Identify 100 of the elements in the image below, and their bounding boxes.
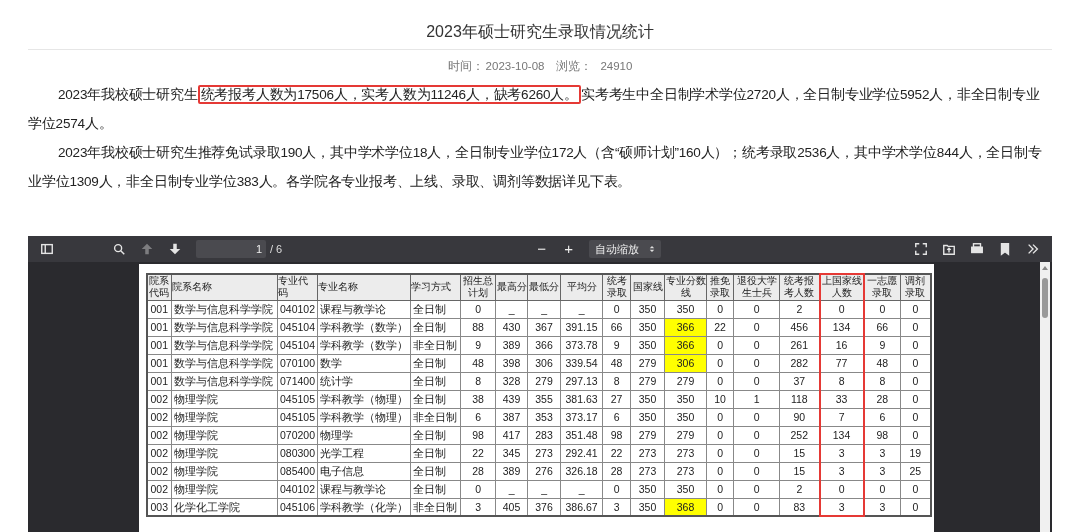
table-cell: 课程与教学论	[317, 480, 411, 498]
table-cell: 350	[664, 408, 707, 426]
table-cell: 66	[863, 318, 901, 336]
table-cell: 0	[706, 480, 734, 498]
view-count: 24910	[600, 59, 633, 74]
table-cell: 353	[527, 408, 561, 426]
table-cell: 001	[146, 354, 172, 372]
search-icon[interactable]	[112, 242, 126, 256]
table-cell: 77	[819, 354, 864, 372]
table-cell: 001	[146, 336, 172, 354]
table-cell: 279	[664, 426, 707, 444]
table-cell: 0	[733, 336, 780, 354]
table-cell: 3	[819, 498, 864, 516]
table-cell: 350	[630, 318, 665, 336]
table-cell: 8	[602, 372, 631, 390]
table-cell: 355	[527, 390, 561, 408]
table-cell: 351.48	[560, 426, 603, 444]
table-cell: 0	[733, 462, 780, 480]
table-cell: 070100	[277, 354, 318, 372]
table-cell: 全日制	[410, 318, 461, 336]
table-cell: 001	[146, 318, 172, 336]
table-cell: 98	[602, 426, 631, 444]
table-cell: 0	[733, 354, 780, 372]
table-cell: 98	[863, 426, 901, 444]
scrollbar[interactable]	[1040, 262, 1050, 532]
table-cell: 439	[495, 390, 528, 408]
table-cell: 全日制	[410, 462, 461, 480]
table-cell: 88	[460, 318, 496, 336]
table-cell: 373.78	[560, 336, 603, 354]
table-cell: 非全日制	[410, 336, 461, 354]
table-cell: 物理学院	[171, 480, 278, 498]
table-cell: 273	[630, 444, 665, 462]
table-cell: 3	[819, 444, 864, 462]
table-cell: 134	[819, 318, 864, 336]
column-header: 招生总计划	[460, 274, 496, 300]
column-header: 院系代码	[146, 274, 172, 300]
table-cell: 0	[706, 354, 734, 372]
table-cell: 非全日制	[410, 408, 461, 426]
table-cell: 040102	[277, 300, 318, 318]
table-cell: 045105	[277, 390, 318, 408]
table-cell: 3	[863, 462, 901, 480]
table-cell: 学科教学（数学）	[317, 318, 411, 336]
table-cell: 全日制	[410, 300, 461, 318]
table-cell: 002	[146, 390, 172, 408]
table-cell: 389	[495, 336, 528, 354]
table-cell: 306	[527, 354, 561, 372]
zoom-select[interactable]: 自动缩放	[588, 240, 661, 258]
table-cell: 292.41	[560, 444, 603, 462]
table-cell: 345	[495, 444, 528, 462]
table-cell: 040102	[277, 480, 318, 498]
table-cell: 381.63	[560, 390, 603, 408]
table-cell: 全日制	[410, 354, 461, 372]
print-icon[interactable]	[970, 242, 984, 256]
table-cell: 279	[630, 426, 665, 444]
zoom-in-button[interactable]: +	[562, 240, 575, 258]
table-cell: 134	[819, 426, 864, 444]
next-page-icon[interactable]	[168, 242, 182, 256]
column-header: 上国家线人数	[819, 274, 864, 300]
more-tools-icon[interactable]	[1026, 242, 1040, 256]
table-cell: 389	[495, 462, 528, 480]
table-cell: 367	[527, 318, 561, 336]
table-cell: _	[495, 480, 528, 498]
table-cell: 物理学院	[171, 462, 278, 480]
table-cell: 学科教学（数学）	[317, 336, 411, 354]
column-header: 专业代码	[277, 274, 318, 300]
table-cell: 002	[146, 408, 172, 426]
table-cell: 350	[664, 390, 707, 408]
table-cell: 273	[527, 444, 561, 462]
table-cell: 98	[460, 426, 496, 444]
table-cell: 数学与信息科学学院	[171, 336, 278, 354]
table-cell: 3	[863, 444, 901, 462]
table-cell: 8	[460, 372, 496, 390]
column-header: 调剂录取	[900, 274, 931, 300]
sidebar-toggle-icon[interactable]	[40, 242, 54, 256]
table-cell: 0	[706, 408, 734, 426]
table-cell: 045105	[277, 408, 318, 426]
table-cell: 297.13	[560, 372, 603, 390]
table-cell: 350	[630, 408, 665, 426]
table-cell: 417	[495, 426, 528, 444]
table-cell: 0	[819, 300, 864, 318]
table-cell: 071400	[277, 372, 318, 390]
table-cell: 物理学	[317, 426, 411, 444]
table-cell: 002	[146, 426, 172, 444]
table-cell: 366	[527, 336, 561, 354]
table-cell: 物理学院	[171, 390, 278, 408]
zoom-out-button[interactable]: −	[535, 240, 549, 258]
table-cell: 0	[733, 318, 780, 336]
table-cell: 0	[863, 300, 901, 318]
fullscreen-icon[interactable]	[914, 242, 928, 256]
table-cell: 数学与信息科学学院	[171, 372, 278, 390]
table-cell: 38	[460, 390, 496, 408]
table-cell: 387	[495, 408, 528, 426]
table-cell: 物理学院	[171, 444, 278, 462]
table-cell: 070200	[277, 426, 318, 444]
table-cell: 430	[495, 318, 528, 336]
open-file-icon[interactable]	[942, 242, 956, 256]
table-cell: 350	[664, 300, 707, 318]
bookmark-icon[interactable]	[998, 242, 1012, 256]
page-number-field[interactable]: 1	[196, 240, 266, 258]
table-cell: 学科教学（物理）	[317, 408, 411, 426]
